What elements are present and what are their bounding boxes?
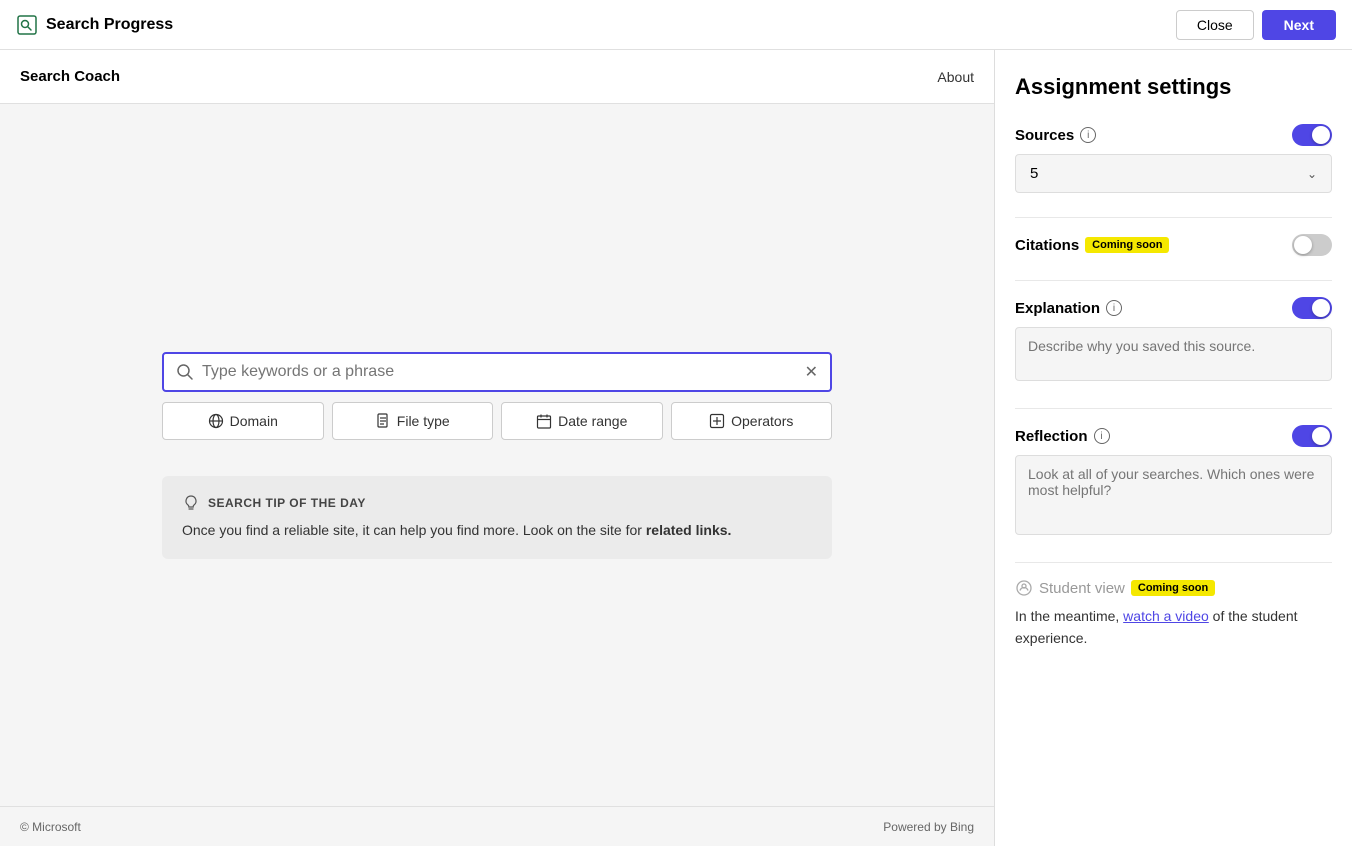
filetype-icon [375, 413, 391, 429]
reflection-setting: Reflection i [1015, 425, 1332, 538]
tip-label: SEARCH TIP OF THE DAY [208, 496, 366, 510]
citations-toggle-thumb [1294, 236, 1312, 254]
tip-text-bold: related links. [646, 522, 732, 538]
about-link[interactable]: About [937, 69, 974, 85]
search-coach-title: Search Coach [20, 68, 120, 85]
search-input-container: ✕ [162, 352, 832, 392]
sources-label: Sources [1015, 127, 1074, 144]
search-progress-icon [16, 14, 38, 36]
watch-video-link[interactable]: watch a video [1123, 608, 1209, 624]
explanation-info-icon[interactable]: i [1106, 300, 1122, 316]
domain-label: Domain [230, 413, 278, 429]
left-panel-header: Search Coach About [0, 50, 994, 104]
reflection-label-group: Reflection i [1015, 428, 1110, 445]
sources-dropdown[interactable]: 5 ⌄ [1015, 154, 1332, 193]
explanation-setting: Explanation i [1015, 297, 1332, 384]
search-tip-header: SEARCH TIP OF THE DAY [182, 494, 812, 512]
citations-coming-soon-badge: Coming soon [1085, 237, 1169, 253]
reflection-info-icon[interactable]: i [1094, 428, 1110, 444]
search-input[interactable] [202, 363, 797, 381]
sources-dropdown-value: 5 [1030, 165, 1038, 182]
student-view-label: Student view [1039, 580, 1125, 597]
explanation-toggle-thumb [1312, 299, 1330, 317]
student-view-text: In the meantime, watch a video of the st… [1015, 605, 1332, 650]
student-view-icon [1015, 579, 1033, 597]
footer-copyright: © Microsoft [20, 820, 81, 834]
search-tip-box: SEARCH TIP OF THE DAY Once you find a re… [162, 476, 832, 559]
filetype-filter-button[interactable]: File type [332, 402, 494, 440]
operators-icon [709, 413, 725, 429]
student-view-badge: Coming soon [1131, 580, 1215, 596]
search-icon [176, 363, 194, 381]
explanation-label: Explanation [1015, 300, 1100, 317]
topbar-title: Search Progress [46, 16, 173, 34]
citations-label: Citations [1015, 237, 1079, 254]
sources-toggle[interactable] [1292, 124, 1332, 146]
assignment-settings-title: Assignment settings [1015, 74, 1332, 100]
search-area: ✕ Domain [0, 104, 994, 806]
citations-toggle [1292, 234, 1332, 256]
chevron-down-icon: ⌄ [1307, 167, 1317, 181]
citations-setting: Citations Coming soon [1015, 234, 1332, 256]
search-box-wrapper: ✕ Domain [162, 352, 832, 440]
left-panel-footer: © Microsoft Powered by Bing [0, 806, 994, 846]
reflection-header: Reflection i [1015, 425, 1332, 447]
reflection-toggle-thumb [1312, 427, 1330, 445]
main-layout: Search Coach About ✕ [0, 50, 1352, 846]
daterange-filter-button[interactable]: Date range [501, 402, 663, 440]
reflection-textarea[interactable] [1015, 455, 1332, 535]
daterange-icon [536, 413, 552, 429]
reflection-label: Reflection [1015, 428, 1088, 445]
explanation-textarea[interactable] [1015, 327, 1332, 381]
sources-setting: Sources i 5 ⌄ [1015, 124, 1332, 193]
reflection-toggle[interactable] [1292, 425, 1332, 447]
citations-label-group: Citations Coming soon [1015, 237, 1169, 254]
topbar-left: Search Progress [16, 14, 173, 36]
tip-text: Once you find a reliable site, it can he… [182, 520, 812, 541]
divider-4 [1015, 562, 1332, 563]
explanation-label-group: Explanation i [1015, 300, 1122, 317]
domain-icon [208, 413, 224, 429]
close-button[interactable]: Close [1176, 10, 1254, 40]
student-view-header: Student view Coming soon [1015, 579, 1332, 597]
divider-1 [1015, 217, 1332, 218]
daterange-label: Date range [558, 413, 627, 429]
explanation-toggle[interactable] [1292, 297, 1332, 319]
divider-3 [1015, 408, 1332, 409]
sources-header: Sources i [1015, 124, 1332, 146]
citations-header: Citations Coming soon [1015, 234, 1332, 256]
topbar: Search Progress Close Next [0, 0, 1352, 50]
operators-filter-button[interactable]: Operators [671, 402, 833, 440]
sources-info-icon[interactable]: i [1080, 127, 1096, 143]
sources-toggle-thumb [1312, 126, 1330, 144]
explanation-header: Explanation i [1015, 297, 1332, 319]
student-view-text-before: In the meantime, [1015, 608, 1123, 624]
domain-filter-button[interactable]: Domain [162, 402, 324, 440]
tip-text-before: Once you find a reliable site, it can he… [182, 522, 646, 538]
student-view-section: Student view Coming soon In the meantime… [1015, 579, 1332, 650]
filter-buttons: Domain File type [162, 402, 832, 440]
divider-2 [1015, 280, 1332, 281]
footer-powered-by: Powered by Bing [883, 820, 974, 834]
filetype-label: File type [397, 413, 450, 429]
topbar-buttons: Close Next [1176, 10, 1336, 40]
operators-label: Operators [731, 413, 793, 429]
sources-label-group: Sources i [1015, 127, 1096, 144]
search-clear-icon[interactable]: ✕ [805, 362, 818, 382]
right-panel: Assignment settings Sources i 5 ⌄ [995, 50, 1352, 846]
left-panel: Search Coach About ✕ [0, 50, 995, 846]
next-button[interactable]: Next [1262, 10, 1336, 40]
tip-lightbulb-icon [182, 494, 200, 512]
